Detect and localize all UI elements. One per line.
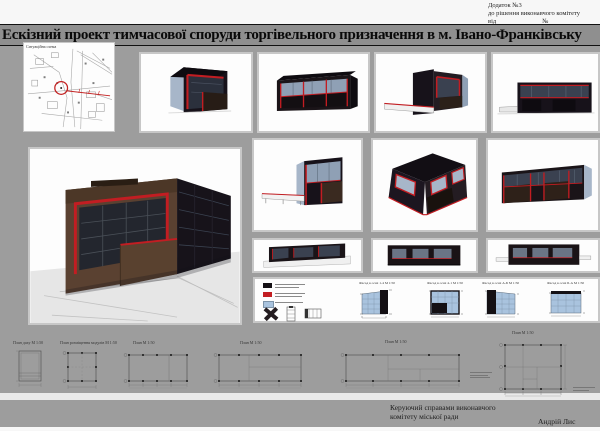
annex-line1: Додаток №3: [488, 2, 598, 10]
render-view-6-image: [373, 140, 476, 230]
render-view-2-image: [259, 54, 368, 131]
plan-6-label: План М 1:50: [512, 330, 533, 335]
node-detail-drawings: [261, 306, 331, 322]
render-main-perspective-image: [30, 149, 240, 323]
footer-office-title: Керуючий справами виконавчого комітету м…: [390, 403, 540, 421]
elevation-1-drawing: [359, 286, 395, 320]
plan-5-label: План М 1:50: [385, 339, 406, 344]
legend-swatch-dark: [263, 283, 272, 288]
render-view-10-panel: [486, 238, 600, 273]
render-view-4-panel: [491, 52, 600, 133]
render-view-1-panel: [139, 52, 253, 133]
page-bottom-margin: [0, 427, 600, 431]
render-view-8-image: [254, 240, 361, 271]
site-map-panel: Ситуаційна схема: [23, 42, 115, 132]
plan-1-drawing: [15, 347, 45, 391]
render-view-8-panel: [252, 238, 363, 273]
plan-6-drawing: [497, 337, 570, 399]
elevation-3-label: Фасад в осях А-Б М 1:50: [482, 281, 519, 285]
legend-swatch-red: [263, 292, 272, 297]
elevation-1-label: Фасад в осях 1-4 М 1:50: [359, 281, 395, 285]
elevation-3-drawing: [482, 286, 524, 320]
render-view-10-image: [488, 240, 598, 271]
render-view-5-panel: [252, 138, 363, 232]
render-view-4-image: [493, 54, 598, 131]
site-map-label: Ситуаційна схема: [26, 44, 56, 49]
materials-legend: [255, 279, 355, 321]
plan-note-2: [573, 387, 595, 392]
plan-1-label: План даху М 1:50: [13, 340, 43, 345]
render-view-7-image: [488, 140, 598, 230]
plan-4-drawing: [213, 347, 307, 391]
plan-3-drawing: [123, 347, 193, 391]
render-view-9-image: [373, 240, 476, 271]
page-title: Ескізний проект тимчасової споруди торгі…: [0, 27, 582, 44]
render-main-perspective-panel: [28, 147, 242, 325]
render-view-9-panel: [371, 238, 478, 273]
site-map-image: [24, 43, 114, 131]
render-view-6-panel: [371, 138, 478, 232]
plan-4-label: План М 1:50: [240, 340, 261, 345]
annex-annotation: Додаток №3 до рішення виконавчого коміте…: [488, 2, 598, 26]
elevation-2-drawing: [427, 286, 465, 320]
plan-2-drawing: [62, 347, 100, 391]
annex-line2: до рішення виконавчого комітету: [488, 10, 598, 18]
render-view-7-panel: [486, 138, 600, 232]
render-view-3-panel: [374, 52, 487, 133]
elevation-2-label: Фасад в осях 4-1 М 1:50: [427, 281, 463, 285]
elevation-4-drawing: [547, 286, 587, 320]
plan-5-drawing: [340, 347, 467, 391]
presentation-sheet: { "page": { "background": "#9d9d9d", "to…: [0, 0, 600, 431]
render-view-3-image: [376, 54, 485, 131]
render-view-2-panel: [257, 52, 370, 133]
plan-2-label: План розміщення модулів М 1:50: [60, 340, 117, 345]
render-view-5-image: [254, 140, 361, 230]
plan-3-label: План М 1:50: [133, 340, 154, 345]
plan-note-1: [470, 372, 492, 380]
footer-signatory-name: Андрій Лис: [538, 417, 575, 426]
elevation-4-label: Фасад в осях Б-А М 1:50: [547, 281, 584, 285]
render-view-1-image: [141, 54, 251, 131]
legend-and-elevations-panel: Фасад в осях 1-4 М 1:50 Фасад в осях 4-1…: [253, 277, 600, 323]
